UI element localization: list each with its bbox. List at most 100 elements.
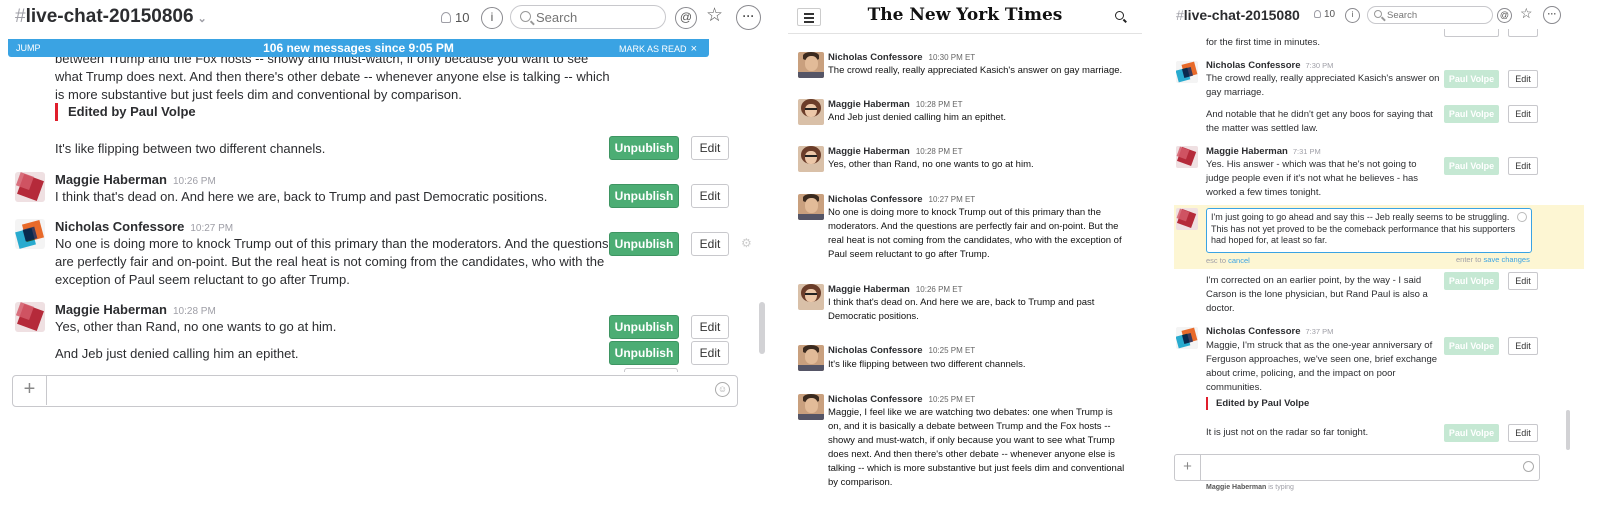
member-count[interactable]: 10: [441, 10, 469, 25]
hidden-action-button[interactable]: [624, 368, 678, 372]
search-icon[interactable]: [1115, 11, 1124, 20]
more-icon[interactable]: ···: [1543, 6, 1561, 24]
message-composer[interactable]: +: [1174, 454, 1540, 481]
message-author: Nicholas Confessore 10:25 PM ET: [828, 394, 975, 405]
avatar[interactable]: [1176, 61, 1198, 83]
edit-button[interactable]: Edit: [1508, 105, 1538, 123]
more-icon[interactable]: ···: [736, 5, 761, 30]
message-author[interactable]: Maggie Haberman 10:26 PM: [55, 172, 216, 187]
chevron-down-icon[interactable]: ⌄: [198, 13, 207, 25]
message-author[interactable]: Nicholas Confessore 7:37 PM: [1206, 326, 1333, 337]
message-author[interactable]: Nicholas Confessore 10:27 PM: [55, 219, 233, 234]
timestamp[interactable]: 7:37 PM: [1306, 327, 1334, 336]
star-icon[interactable]: ☆: [706, 4, 723, 27]
nyt-logo[interactable]: The New York Times: [788, 5, 1142, 25]
timestamp[interactable]: 7:30 PM: [1306, 61, 1334, 70]
message-list: between Trump and the Fox hosts -- showy…: [0, 56, 760, 372]
edit-button[interactable]: Edit: [691, 136, 729, 160]
edit-button[interactable]: Edit: [1508, 272, 1538, 290]
message-text: I think that's dead on. And here we are,…: [55, 189, 548, 204]
edit-message-field[interactable]: I'm just going to go ahead and say this …: [1206, 208, 1532, 253]
message-author[interactable]: Maggie Haberman 7:31 PM: [1206, 146, 1321, 157]
publish-button[interactable]: Paul Volpe: [1444, 272, 1499, 290]
author-name[interactable]: Maggie Haberman: [1206, 146, 1288, 157]
plus-icon[interactable]: +: [1175, 455, 1201, 480]
avatar[interactable]: [15, 302, 45, 332]
author-name[interactable]: Nicholas Confessore: [1206, 60, 1301, 71]
mark-as-read-label[interactable]: MARK AS READ: [619, 44, 687, 54]
author-name[interactable]: Maggie Haberman: [55, 172, 167, 187]
member-count[interactable]: 10: [1314, 9, 1335, 20]
unpublish-button[interactable]: Unpublish: [609, 184, 679, 208]
publish-button[interactable]: Paul Volpe: [1444, 337, 1499, 355]
avatar[interactable]: [15, 219, 45, 249]
timestamp: 10:27 PM ET: [928, 195, 976, 204]
edit-button[interactable]: Edit: [1508, 70, 1538, 88]
search-box[interactable]: [1367, 6, 1493, 24]
edit-message-text[interactable]: I'm just going to go ahead and say this …: [1211, 212, 1515, 245]
author-name[interactable]: Maggie Haberman: [55, 302, 167, 317]
unpublish-button[interactable]: Unpublish: [609, 136, 679, 160]
edit-button[interactable]: Edit: [691, 341, 729, 365]
new-messages-bar[interactable]: JUMP 106 new messages since 9:05 PM MARK…: [8, 39, 709, 57]
plus-icon[interactable]: +: [13, 376, 47, 405]
timestamp[interactable]: 10:26 PM: [173, 176, 216, 187]
unpublish-button[interactable]: Unpublish: [609, 232, 679, 256]
author-name: Maggie Haberman: [828, 146, 910, 157]
scrollbar-thumb[interactable]: [1566, 410, 1570, 450]
avatar[interactable]: [1176, 146, 1198, 168]
publish-button[interactable]: Paul Volpe: [1444, 424, 1499, 442]
search-input[interactable]: [1387, 10, 1487, 21]
new-messages-count[interactable]: 106 new messages since 9:05 PM: [8, 41, 709, 55]
publish-button[interactable]: Paul Volpe: [1444, 105, 1499, 123]
publish-button[interactable]: Paul Volpe: [1444, 157, 1499, 175]
cancel-link[interactable]: cancel: [1228, 256, 1250, 265]
avatar[interactable]: [1176, 208, 1198, 230]
edit-button[interactable]: Edit: [691, 184, 729, 208]
emoji-icon[interactable]: ☺: [715, 382, 730, 397]
emoji-icon[interactable]: [1517, 212, 1527, 222]
avatar: [798, 99, 824, 125]
author-name[interactable]: Nicholas Confessore: [55, 219, 184, 234]
info-icon[interactable]: i: [481, 7, 503, 29]
edit-button[interactable]: Edit: [1508, 157, 1538, 175]
timestamp[interactable]: 7:31 PM: [1293, 147, 1321, 156]
mark-as-read-button[interactable]: MARK AS READ ×: [619, 43, 697, 55]
edit-button[interactable]: Edit: [1508, 337, 1538, 355]
right-chat-panel: #live-chat-2015080 10 i @ ☆ ··· for the …: [1168, 0, 1600, 506]
mention-icon[interactable]: @: [675, 7, 697, 29]
message-author[interactable]: Maggie Haberman 10:28 PM: [55, 302, 216, 317]
unpublish-button[interactable]: Unpublish: [609, 315, 679, 339]
member-count-value: 10: [1324, 9, 1336, 20]
edit-button[interactable]: Edit: [691, 232, 729, 256]
info-icon[interactable]: i: [1345, 8, 1360, 23]
author-name[interactable]: Nicholas Confessore: [1206, 326, 1301, 337]
message-author[interactable]: Nicholas Confessore 7:30 PM: [1206, 60, 1333, 71]
close-icon[interactable]: ×: [691, 43, 697, 55]
search-input[interactable]: [536, 10, 661, 25]
message-composer[interactable]: + ☺: [12, 375, 738, 407]
edited-by-label: Edited by Paul Volpe: [55, 103, 196, 121]
scrollbar[interactable]: [759, 40, 765, 365]
author-name: Nicholas Confessore: [828, 52, 923, 63]
timestamp[interactable]: 10:28 PM: [173, 306, 216, 317]
scrollbar-thumb[interactable]: [759, 302, 765, 354]
mention-icon[interactable]: @: [1497, 8, 1512, 23]
unpublish-button[interactable]: Unpublish: [609, 341, 679, 365]
avatar[interactable]: [1176, 327, 1198, 349]
edit-button[interactable]: Edit: [1508, 424, 1538, 442]
publish-button[interactable]: Paul Volpe: [1444, 70, 1499, 88]
gear-icon[interactable]: ⚙: [741, 236, 752, 250]
save-changes-link[interactable]: save changes: [1484, 255, 1530, 264]
channel-title[interactable]: #live-chat-2015080: [1176, 7, 1300, 23]
message-author: Maggie Haberman 10:28 PM ET: [828, 146, 963, 157]
avatar: [798, 194, 824, 220]
edit-button[interactable]: Edit: [691, 315, 729, 339]
avatar[interactable]: [15, 172, 45, 202]
channel-title[interactable]: #live-chat-20150806 ⌄: [15, 6, 207, 28]
star-icon[interactable]: ☆: [1520, 5, 1533, 22]
message-author: Nicholas Confessore 10:25 PM ET: [828, 345, 975, 356]
timestamp[interactable]: 10:27 PM: [190, 223, 233, 234]
emoji-icon[interactable]: [1523, 461, 1534, 472]
search-box[interactable]: [510, 5, 666, 29]
